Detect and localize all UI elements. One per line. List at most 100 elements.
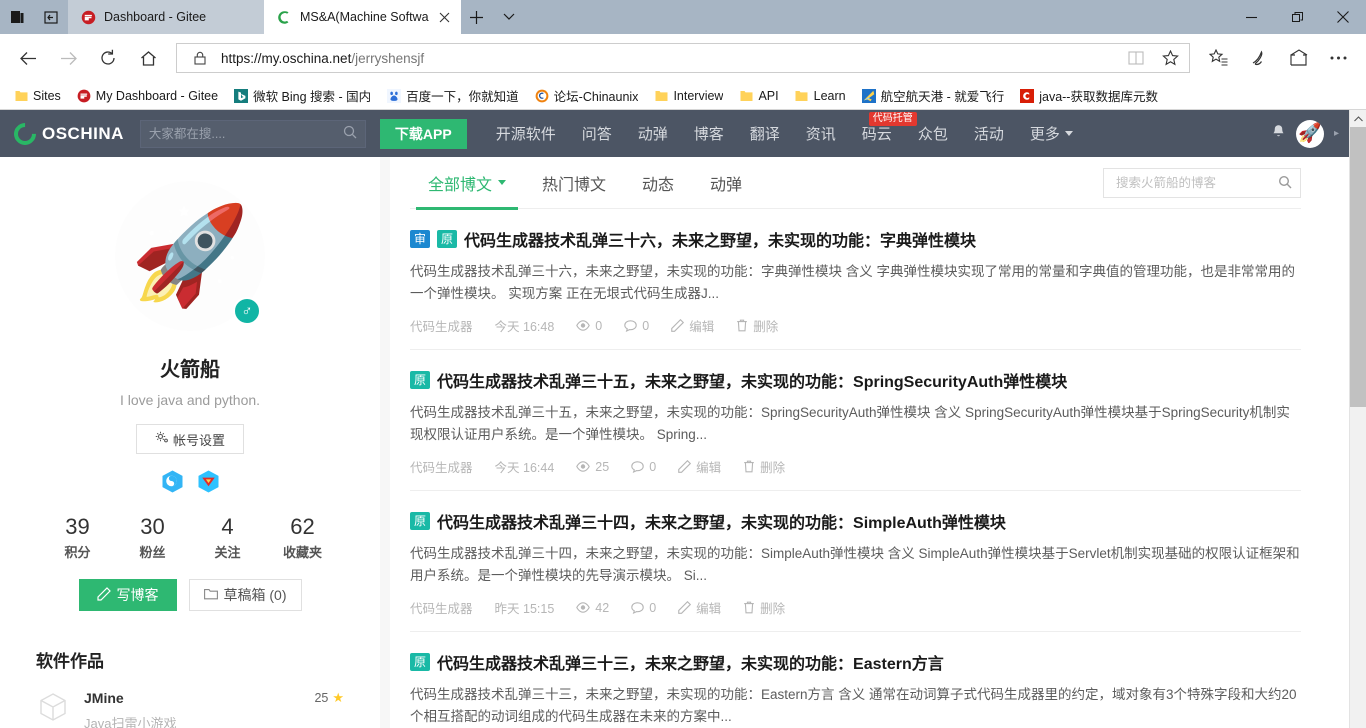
avatar[interactable]: 🚀 (1296, 120, 1324, 148)
site-search[interactable] (140, 120, 366, 148)
close-tab-icon[interactable] (437, 9, 453, 25)
close-window-button[interactable] (1320, 0, 1366, 34)
site-logo[interactable]: OSCHINA (14, 123, 124, 145)
scrollbar-thumb[interactable] (1350, 127, 1366, 407)
blog-tab[interactable]: 动态 (624, 157, 692, 209)
site-nav-item[interactable]: 资讯 (793, 110, 849, 157)
post-title[interactable]: 代码生成器技术乱弹三十六，未来之野望，未实现的功能：字典弹性模块 (464, 227, 976, 251)
minimize-button[interactable] (1228, 0, 1274, 34)
blog-search-input[interactable] (1116, 176, 1278, 190)
profile-stat[interactable]: 39积分 (40, 514, 115, 561)
browser-tab-1[interactable]: MS&A(Machine Softwa (264, 0, 461, 34)
site-nav-item[interactable]: 动弹 (625, 110, 681, 157)
set-aside-tabs-icon[interactable] (34, 0, 68, 34)
post-edit-action[interactable]: 编辑 (671, 316, 714, 335)
bookmark-item[interactable]: 论坛-Chinaunix (527, 84, 647, 108)
bookmark-label: 微软 Bing 搜索 - 国内 (253, 86, 371, 105)
refresh-icon[interactable] (88, 38, 128, 78)
chevron-down-icon[interactable] (493, 0, 525, 34)
post-category[interactable]: 代码生成器 (410, 316, 473, 335)
profile-stat[interactable]: 30粉丝 (115, 514, 190, 561)
post-edit-action[interactable]: 编辑 (678, 457, 721, 476)
profile-badge-superman-icon[interactable] (195, 468, 221, 494)
post-delete-action[interactable]: 删除 (736, 316, 778, 335)
post-title-row[interactable]: 原代码生成器技术乱弹三十五，未来之野望，未实现的功能：SpringSecurit… (410, 368, 1301, 392)
account-settings-button[interactable]: 帐号设置 (136, 424, 244, 454)
profile-stat[interactable]: 4关注 (190, 514, 265, 561)
post-edit-action[interactable]: 编辑 (678, 598, 721, 617)
post-delete-action[interactable]: 删除 (743, 457, 785, 476)
blog-tab[interactable]: 动弹 (692, 157, 760, 209)
blog-post[interactable]: 原代码生成器技术乱弹三十三，未来之野望，未实现的功能：Eastern方言代码生成… (410, 632, 1301, 728)
book-icon[interactable] (1123, 45, 1149, 71)
drafts-button[interactable]: 草稿箱 (0) (189, 579, 302, 611)
write-blog-button[interactable]: 写博客 (79, 579, 177, 611)
site-nav-item[interactable]: 问答 (569, 110, 625, 157)
work-star-count: 25 (314, 691, 328, 705)
profile-stat[interactable]: 62收藏夹 (265, 514, 340, 561)
site-nav: 开源软件问答动弹博客翻译资讯码云代码托管众包活动更多 (483, 110, 1086, 157)
site-search-input[interactable] (149, 127, 343, 141)
site-nav-item[interactable]: 活动 (961, 110, 1017, 157)
forward-arrow-icon[interactable] (48, 38, 88, 78)
site-nav-item[interactable]: 翻译 (737, 110, 793, 157)
site-nav-item[interactable]: 码云代码托管 (849, 110, 905, 157)
home-icon[interactable] (128, 38, 168, 78)
browser-tab-0[interactable]: Dashboard - Gitee (68, 0, 264, 34)
post-category[interactable]: 代码生成器 (410, 457, 473, 476)
download-app-button[interactable]: 下载APP (380, 119, 467, 149)
bookmark-item[interactable]: Sites (6, 84, 69, 108)
work-name[interactable]: JMine (84, 690, 300, 706)
post-title-row[interactable]: 原代码生成器技术乱弹三十四，未来之野望，未实现的功能：SimpleAuth弹性模… (410, 509, 1301, 533)
restore-button[interactable] (1274, 0, 1320, 34)
scroll-up-arrow[interactable] (1350, 110, 1366, 127)
address-bar[interactable]: https://my.oschina.net/jerryshensjf (176, 43, 1190, 73)
favorites-icon[interactable] (1198, 38, 1238, 78)
site-nav-item[interactable]: 博客 (681, 110, 737, 157)
bookmark-item[interactable]: 航空航天港 - 就爱飞行 (854, 84, 1013, 108)
site-nav-item[interactable]: 众包 (905, 110, 961, 157)
post-delete-action[interactable]: 删除 (743, 598, 785, 617)
bookmark-item[interactable]: Interview (646, 84, 731, 108)
post-title[interactable]: 代码生成器技术乱弹三十四，未来之野望，未实现的功能：SimpleAuth弹性模块 (437, 509, 1006, 533)
bookmark-item[interactable]: 百度一下，你就知道 (379, 84, 527, 108)
post-title[interactable]: 代码生成器技术乱弹三十五，未来之野望，未实现的功能：SpringSecurity… (437, 368, 1067, 392)
share-icon[interactable] (1278, 38, 1318, 78)
more-icon[interactable] (1318, 38, 1358, 78)
notes-icon[interactable] (1238, 38, 1278, 78)
search-icon[interactable] (1278, 175, 1292, 192)
blog-search[interactable] (1103, 168, 1301, 198)
blog-tab[interactable]: 热门博文 (524, 157, 624, 209)
blog-tab[interactable]: 全部博文 (410, 157, 524, 209)
blog-post[interactable]: 原代码生成器技术乱弹三十四，未来之野望，未实现的功能：SimpleAuth弹性模… (410, 491, 1301, 632)
comment-icon (631, 461, 644, 473)
lock-icon (187, 45, 213, 71)
browser-window: Dashboard - Gitee MS&A(Machine Softwa (0, 0, 1366, 728)
back-arrow-icon[interactable] (8, 38, 48, 78)
post-title-row[interactable]: 审原代码生成器技术乱弹三十六，未来之野望，未实现的功能：字典弹性模块 (410, 227, 1301, 251)
post-title[interactable]: 代码生成器技术乱弹三十三，未来之野望，未实现的功能：Eastern方言 (437, 650, 944, 674)
new-tab-button[interactable] (461, 0, 493, 34)
star-icon[interactable] (1157, 45, 1183, 71)
bookmark-item[interactable]: API (731, 84, 786, 108)
bookmark-item[interactable]: java--获取数据库元数 (1012, 84, 1166, 108)
bookmark-item[interactable]: 微软 Bing 搜索 - 国内 (226, 84, 379, 108)
post-meta: 代码生成器今天 16:4800编辑删除 (410, 316, 1301, 335)
page-scrollbar[interactable] (1349, 110, 1366, 728)
post-badge-orig: 原 (410, 512, 430, 530)
bookmark-item[interactable]: Learn (787, 84, 854, 108)
site-nav-label: 翻译 (750, 123, 780, 144)
work-item[interactable]: JMine Java扫雷小游戏 25 ★ (36, 690, 344, 728)
tab-list-icon[interactable] (0, 0, 34, 34)
search-icon[interactable] (343, 125, 357, 142)
post-title-row[interactable]: 原代码生成器技术乱弹三十三，未来之野望，未实现的功能：Eastern方言 (410, 650, 1301, 674)
blog-post[interactable]: 原代码生成器技术乱弹三十五，未来之野望，未实现的功能：SpringSecurit… (410, 350, 1301, 491)
site-nav-item[interactable]: 更多 (1017, 110, 1086, 157)
expand-icon[interactable]: ▸ (1334, 128, 1339, 139)
site-nav-item[interactable]: 开源软件 (483, 110, 569, 157)
bell-icon[interactable] (1271, 124, 1286, 144)
post-category[interactable]: 代码生成器 (410, 598, 473, 617)
bookmark-item[interactable]: My Dashboard - Gitee (69, 84, 226, 108)
profile-badge-blue-icon[interactable] (159, 468, 185, 494)
blog-post[interactable]: 审原代码生成器技术乱弹三十六，未来之野望，未实现的功能：字典弹性模块代码生成器技… (410, 209, 1301, 350)
